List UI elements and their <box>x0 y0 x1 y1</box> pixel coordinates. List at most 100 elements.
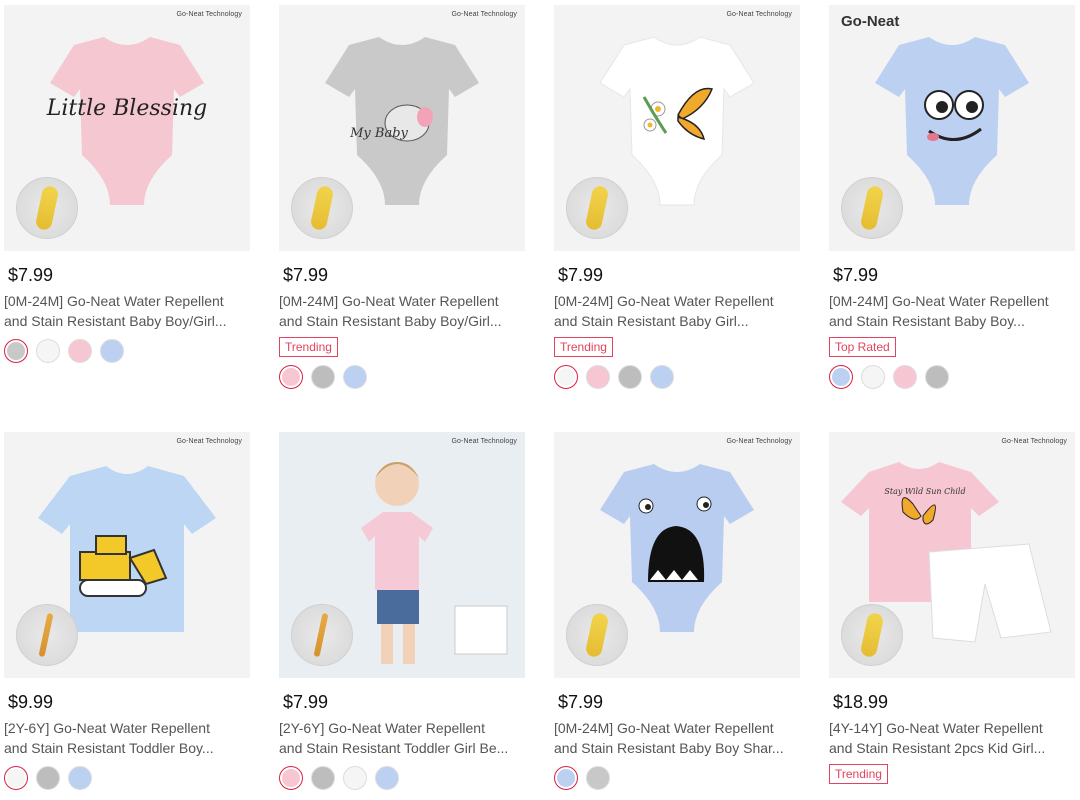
print-text: My Baby <box>349 126 408 141</box>
product-title[interactable]: [4Y-14Y] Go-Neat Water Repellent and Sta… <box>829 718 1075 758</box>
product-title-line2[interactable]: and Stain Resistant Baby Girl... <box>554 311 800 331</box>
color-swatch[interactable] <box>4 339 28 363</box>
color-swatch[interactable] <box>100 339 124 363</box>
color-swatch[interactable] <box>618 365 642 389</box>
brand-tag: Go-Neat Technology <box>1001 438 1067 445</box>
trending-badge: Trending <box>554 337 613 357</box>
product-title-line2[interactable]: and Stain Resistant Baby Boy Shar... <box>554 738 800 758</box>
product-title-line1[interactable]: [4Y-14Y] Go-Neat Water Repellent <box>829 718 1075 738</box>
product-price: $7.99 <box>8 265 54 285</box>
trending-badge: Trending <box>279 337 338 357</box>
color-swatch[interactable] <box>554 365 578 389</box>
color-swatches <box>554 365 800 389</box>
product-card[interactable]: Go-Neat Technology $7.99 [0M-24M] Go-Nea… <box>554 432 800 790</box>
product-title-line1[interactable]: [2Y-6Y] Go-Neat Water Repellent <box>279 718 525 738</box>
product-title[interactable]: [0M-24M] Go-Neat Water Repellent and Sta… <box>279 291 525 331</box>
color-swatch[interactable] <box>925 365 949 389</box>
product-title-line1[interactable]: [0M-24M] Go-Neat Water Repellent <box>829 291 1075 311</box>
color-swatch[interactable] <box>375 766 399 790</box>
product-image[interactable]: Go-Neat Technology <box>554 5 800 251</box>
product-price: $9.99 <box>8 692 54 712</box>
product-image[interactable]: Go-Neat Technology <box>279 432 525 678</box>
product-card[interactable]: Little Blessing Go-Neat Technology $7.99… <box>4 5 250 363</box>
color-swatch[interactable] <box>279 365 303 389</box>
print-text: Stay Wild Sun Child <box>884 487 965 496</box>
color-swatch[interactable] <box>68 766 92 790</box>
color-swatches <box>4 339 250 363</box>
product-title[interactable]: [2Y-6Y] Go-Neat Water Repellent and Stai… <box>279 718 525 758</box>
brand-tag: Go-Neat Technology <box>451 11 517 18</box>
brand-tag: Go-Neat Technology <box>451 438 517 445</box>
color-swatch[interactable] <box>68 339 92 363</box>
color-swatches <box>279 365 525 389</box>
color-swatch[interactable] <box>36 766 60 790</box>
stain-demo-icon <box>566 177 628 239</box>
color-swatch[interactable] <box>36 339 60 363</box>
product-title[interactable]: [0M-24M] Go-Neat Water Repellent and Sta… <box>554 291 800 331</box>
color-swatch[interactable] <box>279 766 303 790</box>
product-title[interactable]: [0M-24M] Go-Neat Water Repellent and Sta… <box>4 291 250 331</box>
product-image[interactable]: Little Blessing Go-Neat Technology <box>4 5 250 251</box>
brand-tag: Go-Neat Technology <box>176 438 242 445</box>
color-swatches <box>4 766 250 790</box>
product-title-line2[interactable]: and Stain Resistant 2pcs Kid Girl... <box>829 738 1075 758</box>
color-swatch[interactable] <box>586 766 610 790</box>
color-swatch[interactable] <box>311 766 335 790</box>
color-swatches <box>279 766 525 790</box>
product-image[interactable]: My Baby Go-Neat Technology <box>279 5 525 251</box>
product-image[interactable]: Go-Neat <box>829 5 1075 251</box>
product-title[interactable]: [0M-24M] Go-Neat Water Repellent and Sta… <box>554 718 800 758</box>
brand-tag: Go-Neat Technology <box>726 11 792 18</box>
product-title-line2[interactable]: and Stain Resistant Baby Boy... <box>829 311 1075 331</box>
color-swatch[interactable] <box>554 766 578 790</box>
stain-demo-icon <box>841 604 903 666</box>
color-swatch[interactable] <box>861 365 885 389</box>
product-card[interactable]: Go-Neat Technology $9.99 [2Y-6Y] Go-Neat… <box>4 432 250 790</box>
product-title-line1[interactable]: [2Y-6Y] Go-Neat Water Repellent <box>4 718 250 738</box>
product-title-line2[interactable]: and Stain Resistant Baby Boy/Girl... <box>279 311 525 331</box>
product-price: $7.99 <box>558 692 604 712</box>
product-image[interactable]: Stay Wild Sun Child Go-Neat Technology <box>829 432 1075 678</box>
product-card[interactable]: My Baby Go-Neat Technology $7.99 [0M-24M… <box>279 5 525 389</box>
color-swatch[interactable] <box>586 365 610 389</box>
product-title-line1[interactable]: [0M-24M] Go-Neat Water Repellent <box>554 718 800 738</box>
color-swatch[interactable] <box>650 365 674 389</box>
color-swatch[interactable] <box>893 365 917 389</box>
product-card[interactable]: Go-Neat Technology $7.99 [2Y-6Y] Go-Neat… <box>279 432 525 790</box>
color-swatch[interactable] <box>311 365 335 389</box>
color-swatch[interactable] <box>343 766 367 790</box>
product-image[interactable]: Go-Neat Technology <box>4 432 250 678</box>
color-swatches <box>554 766 800 790</box>
product-title[interactable]: [2Y-6Y] Go-Neat Water Repellent and Stai… <box>4 718 250 758</box>
product-title-line1[interactable]: [0M-24M] Go-Neat Water Repellent <box>554 291 800 311</box>
product-image[interactable]: Go-Neat Technology <box>554 432 800 678</box>
product-price: $7.99 <box>283 265 329 285</box>
product-card[interactable]: Stay Wild Sun Child Go-Neat Technology $… <box>829 432 1075 784</box>
product-title-line2[interactable]: and Stain Resistant Baby Boy/Girl... <box>4 311 250 331</box>
product-title[interactable]: [0M-24M] Go-Neat Water Repellent and Sta… <box>829 291 1075 331</box>
product-price: $7.99 <box>833 265 879 285</box>
stain-demo-icon <box>16 604 78 666</box>
product-price: $18.99 <box>833 692 889 712</box>
product-card[interactable]: Go-Neat $7.99 [0M-24M] Go-Neat Water Rep… <box>829 5 1075 389</box>
stain-demo-icon <box>16 177 78 239</box>
product-card[interactable]: Go-Neat Technology $7.99 [0M-24M] Go-Nea… <box>554 5 800 389</box>
color-swatches <box>829 365 1075 389</box>
brand-tag: Go-Neat Technology <box>726 438 792 445</box>
product-price: $7.99 <box>283 692 329 712</box>
color-swatch[interactable] <box>343 365 367 389</box>
product-title-line2[interactable]: and Stain Resistant Toddler Girl Be... <box>279 738 525 758</box>
brand-logo: Go-Neat <box>841 13 900 30</box>
stain-demo-icon <box>291 604 353 666</box>
top-rated-badge: Top Rated <box>829 337 896 357</box>
print-text: Little Blessing <box>46 96 207 121</box>
stain-demo-icon <box>841 177 903 239</box>
product-title-line1[interactable]: [0M-24M] Go-Neat Water Repellent <box>279 291 525 311</box>
product-title-line1[interactable]: [0M-24M] Go-Neat Water Repellent <box>4 291 250 311</box>
product-price: $7.99 <box>558 265 604 285</box>
trending-badge: Trending <box>829 764 888 784</box>
product-title-line2[interactable]: and Stain Resistant Toddler Boy... <box>4 738 250 758</box>
brand-tag: Go-Neat Technology <box>176 11 242 18</box>
color-swatch[interactable] <box>829 365 853 389</box>
color-swatch[interactable] <box>4 766 28 790</box>
